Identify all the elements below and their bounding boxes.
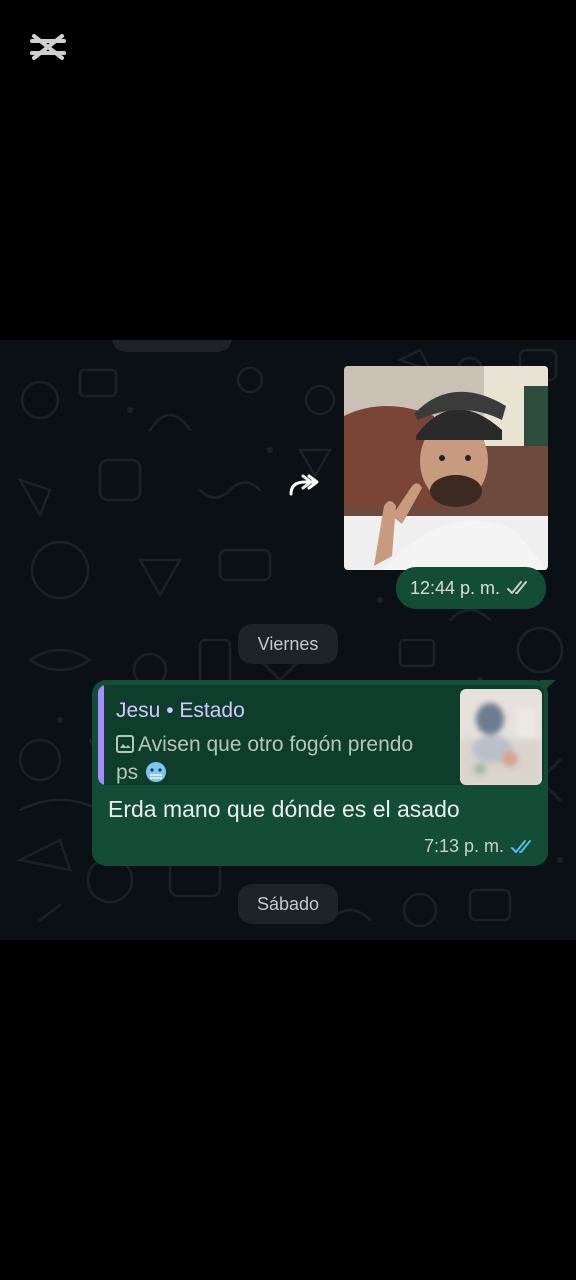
photo-content — [344, 366, 548, 570]
reply-message-meta: 7:13 p. m. — [424, 836, 536, 857]
quote-text-line1: Avisen que otro fogón prendo — [138, 733, 414, 756]
date-separator: Sábado — [238, 884, 338, 924]
photo-icon — [116, 735, 134, 753]
message-time: 7:13 p. m. — [423, 836, 504, 856]
image-message[interactable] — [344, 366, 548, 570]
date-label: Viernes — [257, 633, 319, 654]
date-label: Sábado — [256, 893, 320, 914]
image-message-time: 12:44 p. m. — [396, 567, 546, 609]
double-check-icon — [507, 581, 527, 594]
message-time: 12:44 p. m. — [409, 577, 500, 598]
quote-accent-bar — [98, 685, 104, 785]
cold-face-emoji-icon — [146, 762, 167, 782]
capcut-logo-icon — [28, 30, 68, 64]
quoted-status[interactable]: Jesu • Estado Avisen que otro fogón pren… — [98, 685, 544, 785]
screen: 12:44 p. m. Viernes Jesu • Estado Avisen… — [0, 0, 576, 1280]
double-check-icon — [511, 839, 531, 853]
date-separator: Viernes — [238, 624, 338, 664]
quote-thumbnail — [460, 689, 542, 785]
message-text: Erda mano que dónde es el asado — [108, 796, 460, 822]
quote-text: Avisen que otro fogón prendo ps — [116, 731, 446, 785]
quote-text-line2: ps — [116, 761, 139, 784]
forward-button[interactable] — [284, 468, 324, 502]
forward-icon — [289, 474, 319, 496]
quote-author: Jesu • Estado — [116, 699, 245, 722]
date-separator-partial — [112, 340, 232, 352]
